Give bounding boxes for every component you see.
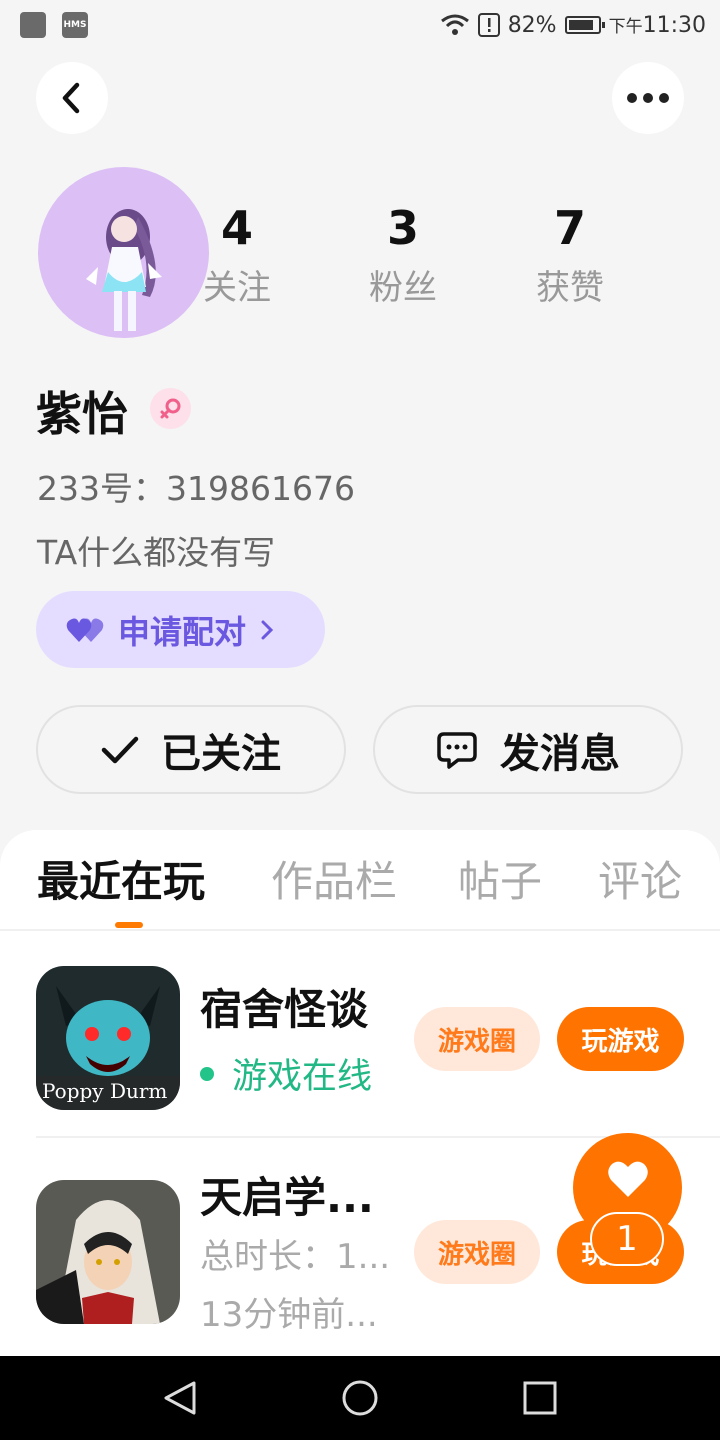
online-dot-icon <box>200 1066 214 1081</box>
game-icon-apocalypse[interactable] <box>36 1180 180 1324</box>
tab-recently-played[interactable]: 最近在玩 <box>37 852 205 912</box>
time-prefix: 下午 <box>608 17 643 37</box>
play-game-button[interactable]: 玩游戏 <box>557 1007 684 1071</box>
game-title[interactable]: 天启学... <box>200 1170 374 1226</box>
chevron-left-icon <box>62 82 80 114</box>
game-icon-text: Poppy Durm <box>42 1079 167 1103</box>
last-played: 13分钟前... <box>200 1295 378 1335</box>
hms-notification-icon: HMS <box>62 12 88 38</box>
active-tab-indicator <box>115 922 143 928</box>
pair-request-label: 申请配对 <box>118 612 247 651</box>
send-message-label: 发消息 <box>500 730 620 777</box>
hooded-character-art <box>36 1180 180 1324</box>
nav-recents-icon[interactable] <box>523 1381 557 1415</box>
checkmark-icon <box>101 736 139 763</box>
horror-game-art: Poppy Durm <box>36 966 180 1110</box>
status-bar: HMS 82% 下午 11:30 <box>0 0 720 50</box>
online-status-label: 游戏在线 <box>232 1057 373 1097</box>
alert-icon <box>477 13 500 37</box>
stat-fans[interactable]: 3 粉丝 <box>343 200 463 314</box>
game-title[interactable]: 宿舍怪谈 <box>200 982 368 1038</box>
battery-icon <box>564 16 605 34</box>
gallery-notification-icon <box>20 12 46 38</box>
game-circle-button[interactable]: 游戏圈 <box>414 1220 540 1284</box>
user-bio: TA什么都没有写 <box>37 533 276 572</box>
divider <box>0 929 720 931</box>
tab-works[interactable]: 作品栏 <box>271 852 397 912</box>
fans-count: 3 <box>386 201 419 255</box>
clock: 11:30 <box>642 13 706 38</box>
battery-percent: 82% <box>507 12 557 38</box>
game-icon-dorm[interactable]: Poppy Durm <box>36 966 180 1110</box>
followed-button[interactable]: 已关注 <box>36 705 346 794</box>
tab-comments[interactable]: 评论 <box>598 852 682 912</box>
wifi-icon <box>440 14 469 35</box>
back-button[interactable] <box>36 62 108 134</box>
nav-home-icon[interactable] <box>341 1379 379 1417</box>
pair-request-button[interactable]: 申请配对 <box>36 591 325 668</box>
more-button[interactable] <box>612 62 684 134</box>
game-online-status: 游戏在线 <box>200 1048 372 1099</box>
following-label: 关注 <box>203 268 271 308</box>
nav-back-icon[interactable] <box>162 1380 198 1416</box>
stat-following[interactable]: 4 关注 <box>177 200 297 314</box>
fans-label: 粉丝 <box>369 268 437 308</box>
game-circle-button[interactable]: 游戏圈 <box>414 1007 540 1071</box>
username: 紫怡 <box>36 387 128 441</box>
tab-posts[interactable]: 帖子 <box>458 852 542 912</box>
heart-icon <box>607 1161 648 1197</box>
followed-label: 已关注 <box>161 730 281 777</box>
content-panel: 最近在玩 作品栏 帖子 评论 Poppy Durm 宿舍怪谈 游戏在线 游戏圈 … <box>0 830 720 1356</box>
more-dots-icon <box>627 93 669 103</box>
like-count-badge: 1 <box>590 1212 664 1266</box>
likes-count: 7 <box>553 201 586 255</box>
total-playtime: 总时长：1... <box>200 1237 391 1277</box>
female-icon <box>160 398 180 418</box>
following-count: 4 <box>220 201 253 255</box>
chat-bubble-icon <box>437 731 477 769</box>
chevron-right-icon <box>261 620 274 639</box>
gender-badge <box>150 388 191 429</box>
system-nav-bar <box>0 1356 720 1440</box>
user-id: 233号：319861676 <box>37 469 355 508</box>
double-heart-icon <box>66 618 104 642</box>
send-message-button[interactable]: 发消息 <box>373 705 683 794</box>
likes-label: 获赞 <box>536 268 604 308</box>
stat-likes[interactable]: 7 获赞 <box>510 200 630 314</box>
